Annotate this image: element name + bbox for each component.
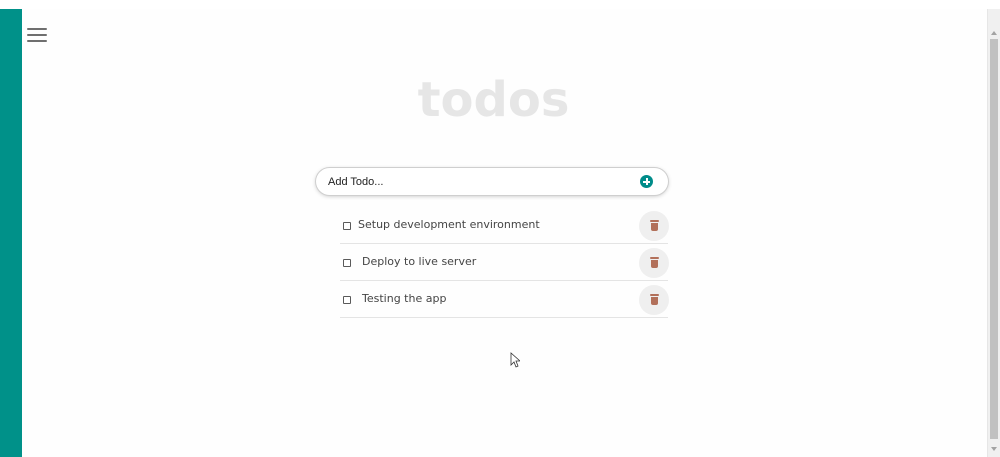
top-strip bbox=[0, 0, 1000, 9]
trash-icon bbox=[650, 294, 659, 305]
mouse-cursor-icon bbox=[510, 352, 520, 368]
trash-icon bbox=[650, 257, 659, 268]
todo-text: Deploy to live server bbox=[362, 255, 477, 268]
list-item: Testing the app bbox=[340, 282, 669, 318]
trash-icon bbox=[650, 220, 659, 231]
menu-line bbox=[27, 40, 47, 42]
scroll-down-arrow-icon[interactable] bbox=[991, 447, 997, 451]
todo-checkbox[interactable] bbox=[343, 296, 351, 304]
menu-line bbox=[27, 28, 47, 30]
todo-checkbox[interactable] bbox=[343, 222, 351, 230]
add-todo-bar bbox=[316, 168, 668, 195]
scroll-up-arrow-icon[interactable] bbox=[991, 31, 997, 35]
delete-button[interactable] bbox=[639, 285, 669, 315]
vertical-scrollbar[interactable] bbox=[987, 9, 1000, 457]
delete-button[interactable] bbox=[639, 248, 669, 278]
menu-line bbox=[27, 34, 47, 36]
scrollbar-thumb[interactable] bbox=[990, 39, 998, 439]
todo-list: Setup development environment Deploy to … bbox=[340, 208, 669, 319]
delete-button[interactable] bbox=[639, 211, 669, 241]
hamburger-menu-icon[interactable] bbox=[27, 27, 48, 45]
plus-circle-icon[interactable] bbox=[640, 175, 653, 188]
todo-text: Setup development environment bbox=[358, 218, 540, 231]
todo-text: Testing the app bbox=[362, 292, 447, 305]
page-title: todos bbox=[417, 72, 570, 128]
list-item: Deploy to live server bbox=[340, 245, 669, 281]
todo-checkbox[interactable] bbox=[343, 259, 351, 267]
list-item: Setup development environment bbox=[340, 208, 669, 244]
todo-app: todos Setup development environment Depl… bbox=[0, 0, 1000, 457]
add-todo-input[interactable] bbox=[328, 173, 628, 190]
